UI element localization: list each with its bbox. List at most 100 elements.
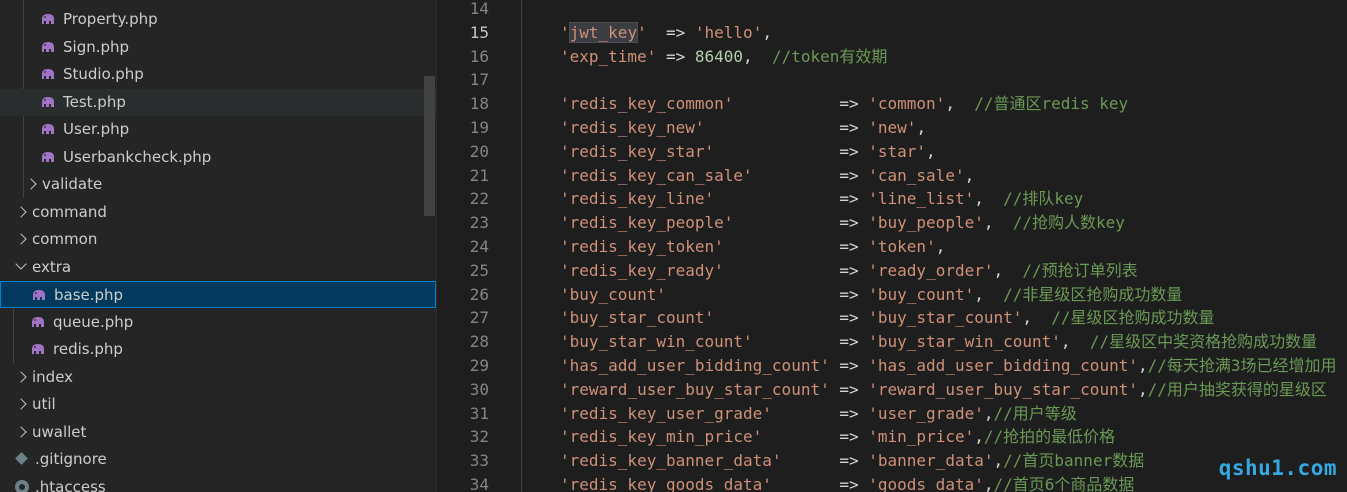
code-token: , <box>935 237 946 256</box>
explorer-item[interactable]: common <box>0 226 436 253</box>
explorer-item-label: common <box>32 230 98 248</box>
explorer-item[interactable]: uwallet <box>0 419 436 446</box>
code-line[interactable]: 20 'redis_key_star' => 'star', <box>437 140 1347 164</box>
code-token: 'redis_key_ready' <box>560 260 724 280</box>
explorer-item-label: .htaccess <box>35 477 106 492</box>
code-token: => <box>656 46 695 66</box>
code-line[interactable]: 31 'redis_key_user_grade' => 'user_grade'… <box>437 402 1347 426</box>
explorer-item[interactable]: .htaccess <box>0 474 436 492</box>
explorer-item[interactable]: index <box>0 364 436 391</box>
explorer-item-label: Studio.php <box>63 65 144 83</box>
line-number: 30 <box>469 379 489 399</box>
code-token: => <box>829 379 869 399</box>
code-line[interactable]: 18 'redis_key_common' => 'common', //普通区r… <box>437 92 1347 116</box>
code-token: 'has_add_user_bidding_count' <box>868 356 1138 375</box>
code-line[interactable]: 28 'buy_star_win_count' => 'buy_star_win_… <box>437 330 1347 354</box>
code-line[interactable]: 33 'redis_key_banner_data' => 'banner_dat… <box>437 449 1347 473</box>
code-token: //星级区抢购成功数量 <box>1051 308 1215 328</box>
explorer-item[interactable]: Userbankcheck.php <box>0 144 436 171</box>
code-line[interactable]: 21 'redis_key_can_sale' => 'can_sale', <box>437 164 1347 188</box>
code-token: , <box>945 94 975 114</box>
code-line[interactable]: 19 'redis_key_new' => 'new', <box>437 116 1347 140</box>
code-token: 'can_sale' <box>868 165 965 185</box>
line-number: 31 <box>469 403 489 423</box>
explorer-item-label: extra <box>32 257 72 276</box>
code-editor[interactable]: 14 15 'jwt_key' => 'hello', 16 'exp_time' =>… <box>437 0 1347 492</box>
code-line[interactable]: 32 'redis_key_min_price' => 'min_price',/… <box>437 425 1347 449</box>
line-number: 25 <box>469 260 489 280</box>
line-number: 32 <box>469 427 489 447</box>
line-number: 34 <box>469 475 489 492</box>
code-token: 'banner_data' <box>868 451 994 471</box>
line-number: 27 <box>469 308 489 328</box>
code-token: //token有效期 <box>771 46 888 66</box>
explorer-item[interactable]: User.php <box>0 116 436 143</box>
code-line[interactable]: 25 'redis_key_ready' => 'ready_order', //… <box>437 259 1347 283</box>
code-line[interactable]: 29 'has_add_user_bidding_count' => 'has_a… <box>437 354 1347 378</box>
code-line[interactable]: 27 'buy_star_count' => 'buy_star_count', … <box>437 306 1347 330</box>
code-token: //首页banner数据 <box>1003 451 1145 471</box>
code-token: 'token' <box>868 237 936 256</box>
git-icon <box>15 452 28 465</box>
chevron-right-icon <box>15 233 27 245</box>
code-line[interactable]: 30 'reward_user_buy_star_count' => 'rewar… <box>437 378 1347 402</box>
code-line[interactable]: 14 <box>437 0 1347 21</box>
code-token: //用户等级 <box>993 403 1077 423</box>
line-number: 19 <box>469 118 489 137</box>
code-content: 'has_add_user_bidding_count' => 'has_add… <box>560 354 1337 378</box>
explorer-item[interactable]: extra <box>0 254 436 281</box>
chevron-right-icon <box>15 370 27 383</box>
file-explorer: Property.php Sign.php Studio.php Test.php Us… <box>0 0 437 492</box>
explorer-item[interactable]: Studio.php <box>0 61 436 88</box>
code-token: 'buy_star_win_count' <box>560 332 753 352</box>
code-token: , <box>974 189 1004 209</box>
code-line[interactable]: 16 'exp_time' => 86400, //token有效期 <box>437 45 1347 69</box>
explorer-item[interactable]: base.php <box>0 281 436 308</box>
code-content: 'redis_key_min_price' => 'min_price',//抢… <box>560 425 1115 449</box>
explorer-item-label: uwallet <box>32 422 87 441</box>
code-line[interactable]: 15 'jwt_key' => 'hello', <box>437 21 1347 45</box>
explorer-item[interactable]: .gitignore <box>0 446 436 473</box>
explorer-item[interactable]: validate <box>0 171 436 198</box>
line-number: 33 <box>469 451 489 471</box>
code-token: //每天抢满3场已经增加用 <box>1147 356 1337 375</box>
explorer-item-label: util <box>32 395 56 413</box>
code-token: => <box>771 475 869 492</box>
code-content: 'redis_key_ready' => 'ready_order', //预抢… <box>560 259 1138 283</box>
code-token: 'redis_key_people' <box>560 213 734 233</box>
code-content: 'buy_count' => 'buy_count', //非星级区抢购成功数量 <box>560 283 1182 307</box>
code-line[interactable]: 17 <box>437 68 1347 92</box>
code-line[interactable]: 26 'buy_count' => 'buy_count', //非星级区抢购成功… <box>437 283 1347 307</box>
explorer-item[interactable]: command <box>0 199 436 226</box>
explorer-scrollbar[interactable] <box>424 76 435 216</box>
code-line[interactable]: 22 'redis_key_line' => 'line_list', //排队k… <box>437 187 1347 211</box>
code-token: => <box>829 356 869 375</box>
code-token: //首页6个商品数据 <box>993 475 1135 492</box>
code-line[interactable]: 24 'redis_key_token' => 'token', <box>437 235 1347 259</box>
code-token: 86400 <box>694 46 744 66</box>
code-token: 'hello' <box>694 22 763 42</box>
code-token: //抢拍的最低价格 <box>983 427 1116 447</box>
explorer-item[interactable]: queue.php <box>0 309 436 336</box>
explorer-item[interactable]: Property.php <box>0 6 436 33</box>
code-line[interactable]: 34 'redis_key_goods_data' => 'goods_data'… <box>437 473 1347 492</box>
code-token: //非星级区抢购成功数量 <box>1003 284 1183 304</box>
chevron-right-icon <box>25 178 37 190</box>
php-elephant-icon <box>42 96 54 107</box>
code-token: , <box>974 427 984 447</box>
code-token: , <box>743 46 772 66</box>
line-number: 17 <box>469 70 489 90</box>
code-token: => <box>704 118 869 137</box>
code-content: 'buy_star_count' => 'buy_star_count', //… <box>560 306 1215 330</box>
explorer-item[interactable]: Test.php <box>0 88 436 116</box>
line-number: 28 <box>469 332 489 352</box>
explorer-item[interactable]: util <box>0 391 436 418</box>
code-token: ' <box>637 22 647 42</box>
code-token: jwt_key <box>568 21 639 43</box>
code-line[interactable]: 23 'redis_key_people' => 'buy_people', //… <box>437 211 1347 235</box>
code-content: 'jwt_key' => 'hello', <box>560 21 772 45</box>
code-token: => <box>714 308 869 328</box>
explorer-item[interactable]: Sign.php <box>0 34 436 61</box>
explorer-item[interactable]: redis.php <box>0 336 436 363</box>
code-token: => <box>733 213 869 233</box>
